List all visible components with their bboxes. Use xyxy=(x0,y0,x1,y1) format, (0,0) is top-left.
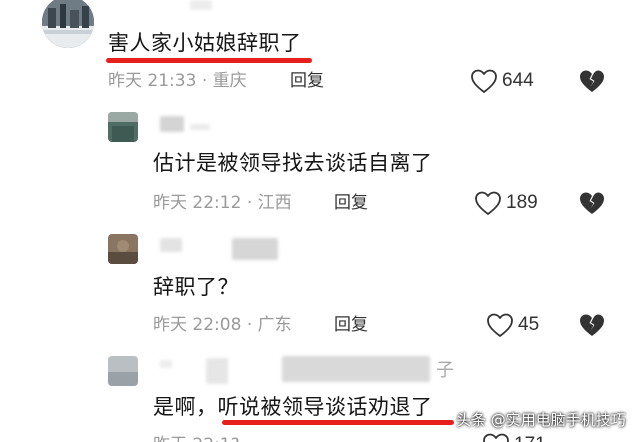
comment-text-highlight: 听说被领导谈话劝退了 xyxy=(217,395,433,419)
reply-button[interactable]: 回复 xyxy=(334,192,368,214)
location-text: 重庆 xyxy=(212,71,247,91)
avatar-image xyxy=(42,0,94,48)
broken-heart-icon xyxy=(580,314,604,336)
heart-outline-icon xyxy=(487,313,513,337)
watermark: 头条 @实用电脑手机技巧 xyxy=(456,411,626,429)
separator: · xyxy=(201,71,208,91)
location-text: 广东 xyxy=(257,315,292,335)
heart-outline-icon xyxy=(475,191,501,215)
comment-text: 害人家小姑娘辞职了 xyxy=(108,31,302,55)
username-blurred[interactable] xyxy=(190,0,212,10)
dislike-button[interactable] xyxy=(578,190,606,220)
avatar[interactable] xyxy=(108,112,138,142)
comment-text-prefix: 是啊， xyxy=(153,395,218,419)
like-count: 45 xyxy=(518,314,540,335)
comment-time: 昨天 21:33 · 重庆 xyxy=(108,70,247,92)
heart-outline-icon xyxy=(471,69,497,93)
like-button[interactable]: 171 xyxy=(482,432,546,442)
avatar[interactable] xyxy=(108,356,138,386)
like-count: 644 xyxy=(502,70,534,91)
username-blurred xyxy=(232,238,278,260)
username-blurred xyxy=(206,358,228,384)
time-text: 昨天 21:33 xyxy=(108,71,197,91)
avatar-image xyxy=(108,112,138,142)
like-button[interactable]: 45 xyxy=(486,312,539,338)
like-count: 189 xyxy=(506,192,538,213)
avatar-image xyxy=(108,234,138,264)
like-button[interactable]: 189 xyxy=(474,190,538,216)
reply-button[interactable]: 回复 xyxy=(334,314,368,336)
avatar[interactable] xyxy=(42,0,94,48)
like-count: 171 xyxy=(514,434,546,442)
time-text: 昨天 22:08 xyxy=(153,315,242,335)
highlight-underline xyxy=(222,420,454,425)
username-blurred xyxy=(190,124,210,130)
broken-heart-icon xyxy=(580,70,604,92)
comment-time: 昨天 22:08 · 广东 xyxy=(153,314,292,336)
separator: · xyxy=(246,315,253,335)
dislike-button[interactable] xyxy=(578,68,606,98)
dislike-button[interactable] xyxy=(578,312,606,342)
comment-time: 昨天 22:12 · 江西 xyxy=(153,192,292,214)
comment-text: 辞职了？ xyxy=(153,275,239,299)
username-fragment: 子 xyxy=(436,360,454,381)
username-blurred[interactable] xyxy=(160,116,184,132)
comment-text: 是啊，听说被领导谈话劝退了 xyxy=(153,394,433,420)
comment-time: 昨天 22:1? xyxy=(153,434,240,442)
like-button[interactable]: 644 xyxy=(470,68,534,94)
avatar-image xyxy=(108,356,138,386)
comment-text: 估计是被领导找去谈话自离了 xyxy=(153,151,433,175)
heart-outline-icon xyxy=(483,433,509,442)
location-text: 江西 xyxy=(257,193,292,213)
avatar[interactable] xyxy=(108,234,138,264)
username-blurred xyxy=(282,356,430,382)
username-blurred[interactable] xyxy=(160,360,172,368)
separator: · xyxy=(246,193,253,213)
reply-button[interactable]: 回复 xyxy=(290,70,324,92)
username-blurred[interactable] xyxy=(160,238,182,252)
highlight-underline xyxy=(106,58,312,63)
time-text: 昨天 22:12 xyxy=(153,193,242,213)
broken-heart-icon xyxy=(580,192,604,214)
